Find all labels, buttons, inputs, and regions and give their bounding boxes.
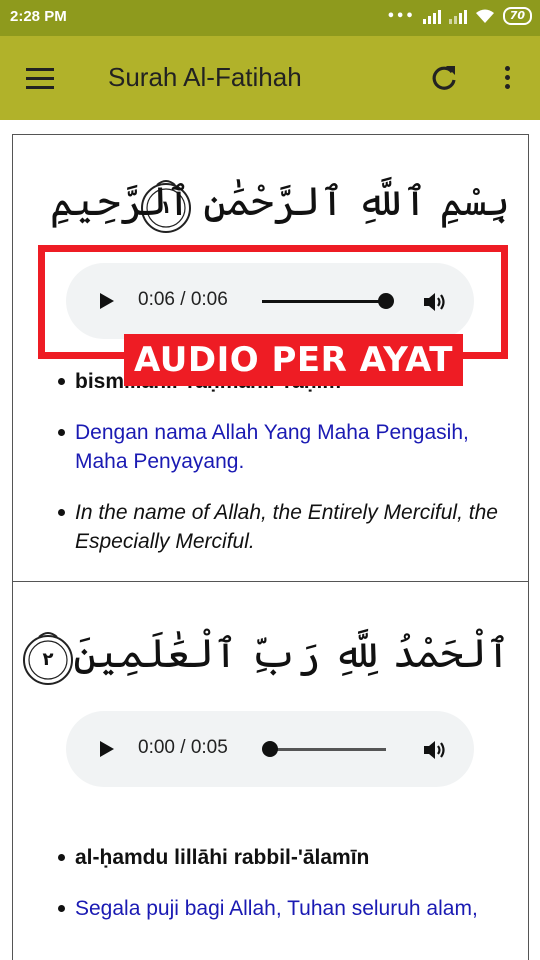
menu-icon[interactable] xyxy=(24,66,58,92)
page-title: Surah Al-Fatihah xyxy=(108,62,302,92)
wifi-icon xyxy=(475,9,494,23)
app-bar: Surah Al-Fatihah xyxy=(0,36,540,120)
status-icons: ••• 70 xyxy=(387,7,532,25)
divider xyxy=(13,581,528,582)
transliteration: al-ḥamdu lillāhi rabbil-'ālamīn xyxy=(13,843,528,872)
audio-player: 0:00 / 0:05 xyxy=(66,711,474,787)
ayah-number: ٢ xyxy=(42,649,54,670)
ayah-number-marker: ٢ xyxy=(19,629,77,687)
arabic-text: بِسْمِ ٱللَّهِ ٱلرَّحْمَٰنِ ٱلرَّحِيمِ xyxy=(49,179,510,225)
volume-icon[interactable] xyxy=(422,739,448,761)
arabic-text: ٱلْحَمْدُ لِلَّهِ رَبِّ ٱلْعَٰلَمِينَ xyxy=(73,631,510,677)
audio-per-ayat-label: AUDIO PER AYAT xyxy=(124,334,463,386)
dots-icon: ••• xyxy=(386,8,415,24)
ayah-text-list: al-ḥamdu lillāhi rabbil-'ālamīn Segala p… xyxy=(13,843,528,945)
play-icon[interactable] xyxy=(100,741,114,757)
audio-seek-bar[interactable] xyxy=(262,741,386,757)
signal-icon-2 xyxy=(448,8,467,24)
translation-indonesian[interactable]: Dengan nama Allah Yang Maha Pengasih, Ma… xyxy=(13,418,528,476)
audio-time: 0:00 / 0:05 xyxy=(138,737,228,758)
status-bar: 2:28 PM ••• 70 xyxy=(0,0,540,36)
signal-icon xyxy=(422,8,441,24)
battery-icon: 70 xyxy=(502,7,532,25)
refresh-icon[interactable] xyxy=(428,62,460,94)
more-vert-icon[interactable] xyxy=(496,62,520,94)
translation-english: In the name of Allah, the Entirely Merci… xyxy=(13,498,528,556)
translation-indonesian[interactable]: Segala puji bagi Allah, Tuhan seluruh al… xyxy=(13,894,528,923)
status-time: 2:28 PM xyxy=(10,8,67,25)
ayat-list: ١ بِسْمِ ٱللَّهِ ٱلرَّحْمَٰنِ ٱلرَّحِيمِ… xyxy=(12,134,529,960)
ayah-text-list: bismillāhir-raḥmānir-raḥīm Dengan nama A… xyxy=(13,367,528,578)
seek-thumb[interactable] xyxy=(262,741,278,757)
